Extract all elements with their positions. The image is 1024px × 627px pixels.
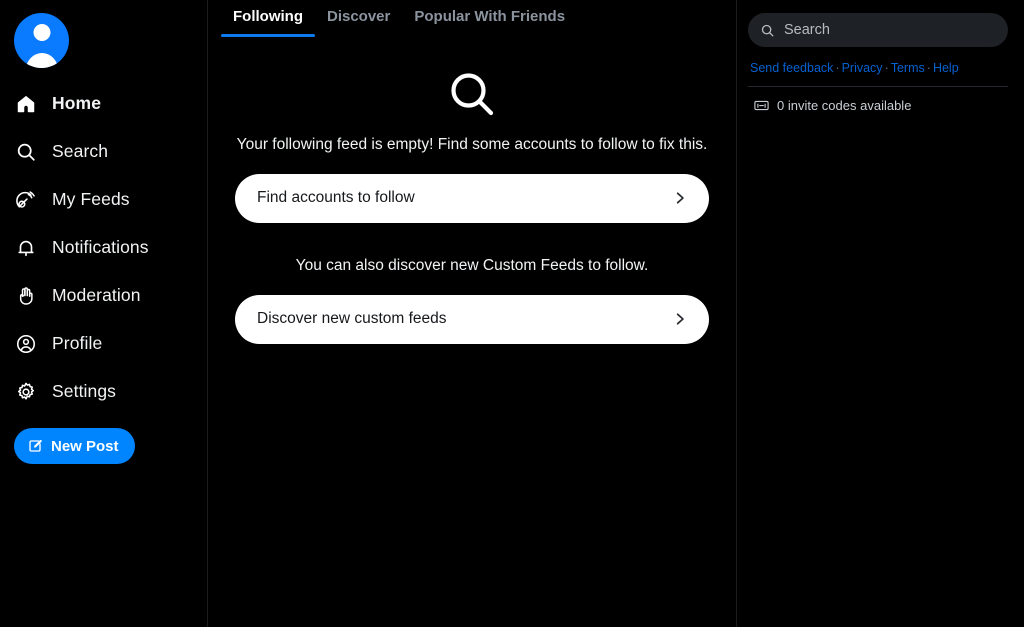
home-icon xyxy=(14,92,38,116)
avatar-wrap xyxy=(0,0,207,68)
sidebar-item-label: Profile xyxy=(52,335,102,353)
tab-following[interactable]: Following xyxy=(221,8,315,37)
magnifying-glass-icon xyxy=(444,68,500,124)
default-user-avatar-icon xyxy=(33,24,50,41)
sidebar-item-label: Moderation xyxy=(52,287,141,305)
sidebar-nav: Home Search xyxy=(0,80,207,416)
invite-codes-row[interactable]: 0 invite codes available xyxy=(748,98,1008,113)
empty-feed-state: Your following feed is empty! Find some … xyxy=(208,33,736,344)
sidebar-item-label: My Feeds xyxy=(52,191,130,209)
right-sidebar: Send feedback·Privacy·Terms·Help 0 invit… xyxy=(737,0,1023,627)
sidebar-item-label: Settings xyxy=(52,383,116,401)
ticket-icon xyxy=(754,99,769,112)
gear-icon xyxy=(14,380,38,404)
new-post-button[interactable]: New Post xyxy=(14,428,135,464)
link-separator: · xyxy=(883,61,891,75)
pill-label: Find accounts to follow xyxy=(257,189,415,207)
feed-column: Following Discover Popular With Friends … xyxy=(208,0,737,627)
terms-link[interactable]: Terms xyxy=(891,61,925,75)
search-icon xyxy=(14,140,38,164)
search-icon xyxy=(760,23,775,38)
link-separator: · xyxy=(833,61,841,75)
new-post-label: New Post xyxy=(51,438,119,455)
tab-discover[interactable]: Discover xyxy=(315,8,402,37)
chevron-right-icon xyxy=(673,312,687,326)
feed-tabbar: Following Discover Popular With Friends xyxy=(208,0,736,33)
raised-hand-icon xyxy=(14,284,38,308)
empty-secondary-message: You can also discover new Custom Feeds t… xyxy=(296,256,649,277)
sidebar-item-moderation[interactable]: Moderation xyxy=(0,272,207,320)
satellite-dish-icon xyxy=(14,188,38,212)
left-sidebar: Home Search xyxy=(0,0,208,627)
send-feedback-link[interactable]: Send feedback xyxy=(750,61,833,75)
sidebar-item-profile[interactable]: Profile xyxy=(0,320,207,368)
compose-pencil-square-icon xyxy=(27,438,43,454)
find-accounts-to-follow-button[interactable]: Find accounts to follow xyxy=(235,174,709,223)
sidebar-item-label: Notifications xyxy=(52,239,149,257)
sidebar-item-home[interactable]: Home xyxy=(0,80,207,128)
avatar[interactable] xyxy=(14,13,69,68)
user-circle-icon xyxy=(14,332,38,356)
help-link[interactable]: Help xyxy=(933,61,959,75)
invite-codes-label: 0 invite codes available xyxy=(777,98,911,113)
discover-new-custom-feeds-button[interactable]: Discover new custom feeds xyxy=(235,295,709,344)
sidebar-item-settings[interactable]: Settings xyxy=(0,368,207,416)
sidebar-item-search[interactable]: Search xyxy=(0,128,207,176)
search-input[interactable] xyxy=(784,22,996,38)
sidebar-item-label: Home xyxy=(52,95,101,113)
sidebar-item-label: Search xyxy=(52,143,108,161)
search-field-wrap[interactable] xyxy=(748,13,1008,47)
privacy-link[interactable]: Privacy xyxy=(842,61,883,75)
chevron-right-icon xyxy=(673,191,687,205)
pill-label: Discover new custom feeds xyxy=(257,310,447,328)
footer-links: Send feedback·Privacy·Terms·Help xyxy=(748,61,1008,87)
tab-popular-with-friends[interactable]: Popular With Friends xyxy=(402,8,577,37)
sidebar-item-notifications[interactable]: Notifications xyxy=(0,224,207,272)
link-separator: · xyxy=(925,61,933,75)
bluesky-app-window: Home Search xyxy=(0,0,1024,627)
avatar-silhouette-body xyxy=(25,53,58,68)
bell-icon xyxy=(14,236,38,260)
empty-primary-message: Your following feed is empty! Find some … xyxy=(237,135,708,156)
sidebar-item-my-feeds[interactable]: My Feeds xyxy=(0,176,207,224)
